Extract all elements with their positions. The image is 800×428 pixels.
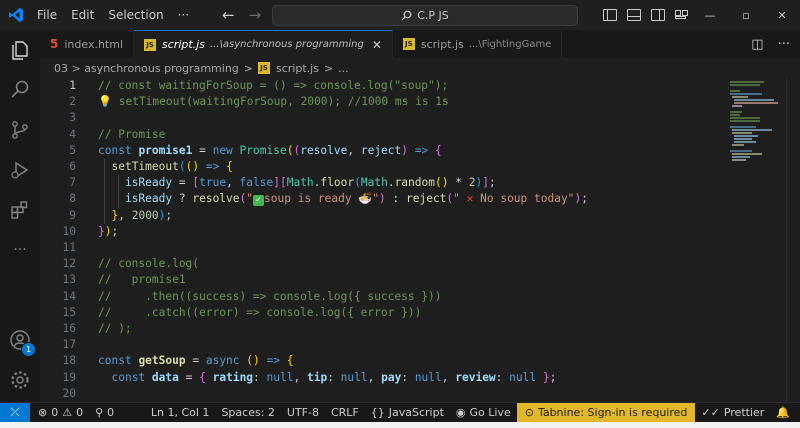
code-line-6: 6 setTimeout(() => { — [69, 160, 233, 173]
code-line-11: 11 — [62, 241, 76, 254]
code-line-13: 13// promise1 — [62, 273, 186, 287]
warning-icon: ⚠ — [62, 406, 73, 419]
tab-description: ...\asynchronous programming — [209, 39, 364, 50]
vscode-logo-icon — [2, 0, 30, 30]
toggle-secondary-sidebar-icon[interactable] — [651, 9, 665, 21]
search-sidebar-icon[interactable] — [0, 72, 40, 108]
source-control-icon[interactable] — [0, 112, 40, 148]
code-line-8: 8 isReady ? resolve(" ✓ soup is ready 🍜") … — [69, 192, 588, 207]
extensions-icon[interactable] — [0, 192, 40, 228]
window-controls: — ▫ ✕ — [598, 0, 800, 30]
code-line-5: 5 const promise1 = new Promise((resolve, … — [69, 143, 442, 157]
manage-gear-icon[interactable] — [0, 362, 40, 398]
more-actions-icon[interactable]: ··· — [778, 37, 790, 52]
breadcrumb-trail[interactable]: ... — [338, 62, 349, 75]
tab-label: script.js — [162, 38, 205, 51]
breadcrumb-folder[interactable]: 03 > asynchronous programming — [54, 62, 239, 75]
language-mode[interactable]: {} JavaScript — [365, 406, 450, 419]
tab-index-html[interactable]: 5 index.html — [40, 30, 135, 58]
minimize-icon[interactable]: — — [692, 9, 728, 22]
indentation[interactable]: Spaces: 2 — [215, 406, 280, 419]
code-line-12: 12// console.log( — [62, 257, 200, 271]
account-badge: 1 — [21, 342, 36, 357]
js-file-icon: JS — [144, 38, 157, 51]
js-file-icon: JS — [402, 38, 415, 50]
remote-indicator-icon[interactable]: ⤫ — [0, 402, 30, 423]
chevron-right-icon: > — [323, 61, 334, 75]
code-line-3: 3 — [69, 111, 76, 125]
prettier-status[interactable]: ✓✓ Prettier — [695, 406, 770, 419]
ports-icon: ⚲ — [95, 406, 104, 419]
code-line-7: 7 isReady = [true, false][Math.floor(Mat… — [69, 176, 496, 190]
go-live-button[interactable]: ◉ Go Live — [450, 406, 517, 419]
tabnine-status[interactable]: ⊙ Tabnine: Sign-in is required — [516, 402, 696, 423]
navigation-arrows: ← → — [222, 0, 261, 30]
braces-icon: {} — [370, 406, 385, 419]
notifications-bell-icon[interactable]: 🔔 — [770, 406, 800, 419]
tab-description: ...\FightingGame — [468, 38, 552, 50]
chevron-right-icon: > — [243, 61, 253, 75]
code-line-17: 17 — [62, 338, 76, 352]
search-label: C.P JS — [417, 9, 449, 22]
split-editor-icon[interactable]: ◫ — [751, 37, 763, 52]
forward-arrow-icon[interactable]: → — [249, 6, 262, 24]
end-of-line[interactable]: CRLF — [325, 406, 365, 419]
run-and-debug-icon[interactable] — [0, 152, 40, 188]
vertical-scrollbar[interactable] — [786, 78, 800, 402]
problems-indicator[interactable]: ⊗ 0 ⚠ 0 — [32, 406, 89, 419]
code-line-1: 1// const waitingForSoup = () => console… — [69, 79, 449, 92]
broadcast-icon: ◉ — [455, 406, 466, 419]
toggle-panel-icon[interactable] — [627, 9, 641, 21]
code-line-4: 4// Promise — [69, 127, 166, 141]
minimap[interactable] — [726, 78, 786, 402]
tabnine-icon: ⊙ — [524, 406, 534, 419]
status-bar: ⤫ ⊗ 0 ⚠ 0 ⚲ 0 Ln 1, Col 1 Spaces: 2 UTF-8 C… — [0, 402, 800, 423]
breadcrumb: 03 > asynchronous programming > JS scrip… — [40, 58, 754, 78]
code-line-15: 15// .catch((error) => console.log({ err… — [62, 305, 422, 319]
error-icon: ⊗ — [38, 406, 48, 419]
menu-more[interactable]: ··· — [171, 0, 196, 30]
toggle-primary-sidebar-icon[interactable] — [603, 9, 617, 21]
cursor-position[interactable]: Ln 1, Col 1 — [145, 406, 216, 419]
ports-indicator[interactable]: ⚲ 0 — [89, 406, 120, 419]
taskbar-edge — [0, 422, 800, 428]
explorer-icon[interactable] — [0, 32, 40, 68]
code-line-14: 14// .then((success) => console.log({ su… — [62, 289, 442, 303]
editor-tab-bar: 5 index.html JS script.js ...\asynchrono… — [40, 30, 800, 58]
code-line-19: 19 const data = { rating: null, tip: nul… — [62, 370, 557, 384]
code-line-20: 20 — [62, 386, 76, 400]
more-views-icon[interactable]: ··· — [0, 232, 40, 268]
code-line-10: 10}); — [62, 224, 119, 238]
restore-icon[interactable]: ▫ — [728, 9, 764, 22]
code-line-16: 16// ); — [62, 322, 132, 335]
close-icon[interactable]: ✕ — [372, 38, 382, 52]
lightbulb-icon[interactable]: 💡 — [98, 94, 112, 110]
html-file-icon: 5 — [50, 37, 59, 51]
tab-script-js-fighting[interactable]: JS script.js ...\FightingGame — [393, 30, 563, 58]
double-check-icon: ✓✓ — [701, 406, 720, 419]
menu-edit[interactable]: Edit — [64, 0, 101, 30]
customize-layout-icon[interactable] — [675, 10, 688, 20]
back-arrow-icon[interactable]: ← — [222, 6, 235, 24]
close-window-icon[interactable]: ✕ — [764, 9, 800, 22]
command-center-search[interactable]: C.P JS — [272, 5, 578, 26]
search-icon — [401, 10, 412, 21]
editor-actions: ◫ ··· — [751, 30, 790, 58]
tab-label: index.html — [64, 37, 124, 51]
js-file-icon: JS — [258, 62, 270, 74]
encoding[interactable]: UTF-8 — [281, 406, 325, 419]
code-line-2: 2 💡 setTimeout(waitingForSoup, 2000); //1… — [40, 94, 726, 110]
code-line-18: 18 const getSoup = async () => { — [62, 354, 294, 368]
tab-script-js-async[interactable]: JS script.js ...\asynchronous programmin… — [134, 30, 393, 58]
breadcrumb-file[interactable]: script.js — [276, 62, 319, 75]
menu-selection[interactable]: Selection — [101, 0, 170, 30]
code-line-9: 9 }, 2000); — [69, 208, 173, 222]
tab-label: script.js — [420, 37, 464, 51]
menu-file[interactable]: File — [30, 0, 64, 30]
code-editor[interactable]: 1// const waitingForSoup = () => console… — [40, 78, 726, 402]
